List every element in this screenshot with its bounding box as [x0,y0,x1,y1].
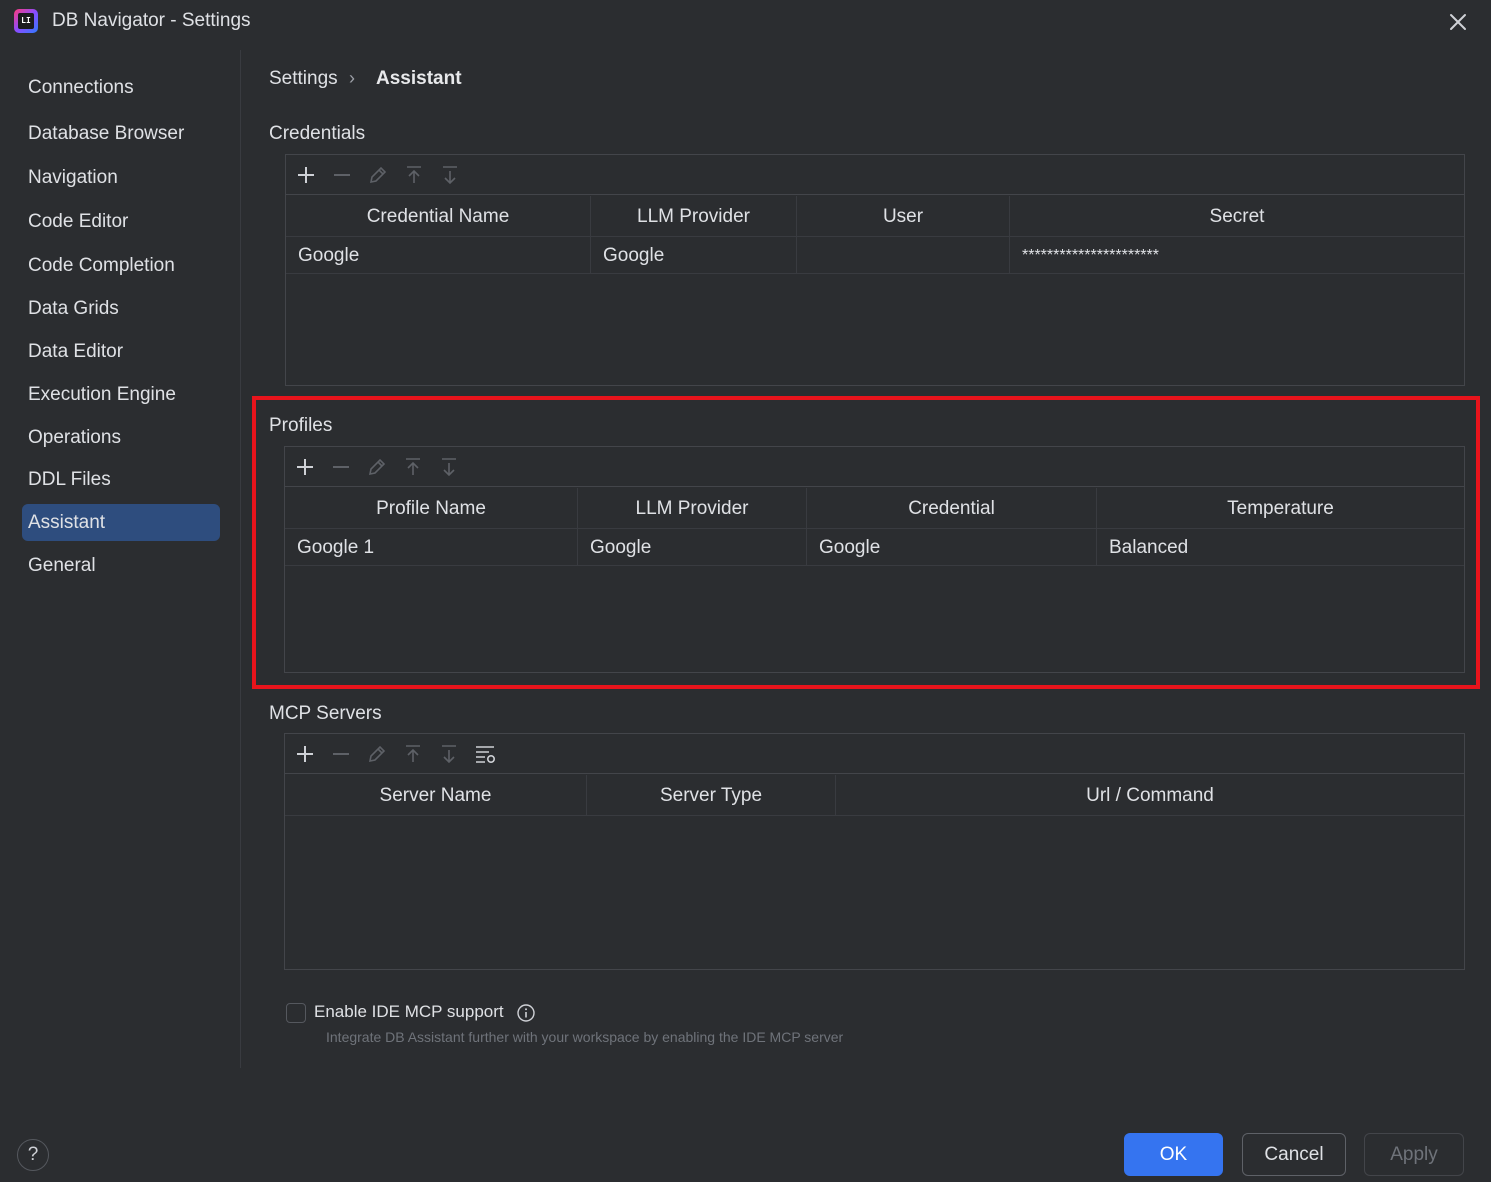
sidebar-item-database-browser[interactable]: Database Browser [22,115,220,152]
add-icon[interactable] [293,742,317,766]
server-settings-icon[interactable] [473,742,497,766]
sidebar-item-code-editor[interactable]: Code Editor [22,203,220,240]
sidebar-item-general[interactable]: General [22,547,220,584]
enable-ide-mcp-label[interactable]: Enable IDE MCP support [314,1002,504,1022]
ok-button[interactable]: OK [1124,1133,1223,1176]
mcp-toolbar [285,734,1464,774]
mcp-servers-label: MCP Servers [269,703,382,724]
sidebar-item-data-grids[interactable]: Data Grids [22,290,220,327]
cell-secret: ********************** [1022,247,1159,264]
column-header[interactable]: Server Type [587,775,836,816]
column-header[interactable]: User [797,196,1010,237]
column-header[interactable]: Secret [1010,196,1464,237]
settings-sidebar: Connections Database Browser Navigation … [0,55,241,1070]
move-down-icon[interactable] [438,163,462,187]
mcp-header: Server Name Server Type Url / Command [285,775,1464,816]
sidebar-item-data-editor[interactable]: Data Editor [22,333,220,370]
credentials-label: Credentials [269,123,366,144]
credentials-toolbar [286,155,1464,195]
remove-icon[interactable] [330,163,354,187]
window-title: DB Navigator - Settings [52,10,251,31]
cell-user [797,237,1010,274]
enable-ide-mcp-checkbox[interactable] [286,1003,306,1023]
sidebar-item-code-completion[interactable]: Code Completion [22,247,220,284]
breadcrumb-current: Assistant [376,68,462,89]
cell-llm-provider: Google [591,237,797,274]
cancel-button[interactable]: Cancel [1242,1133,1346,1176]
info-icon[interactable] [516,1003,536,1023]
column-header[interactable]: Credential Name [286,196,591,237]
breadcrumb-settings[interactable]: Settings [269,68,338,90]
apply-button[interactable]: Apply [1364,1133,1464,1176]
sidebar-item-navigation[interactable]: Navigation [22,159,220,196]
close-icon[interactable] [1444,8,1472,36]
add-icon[interactable] [294,163,318,187]
app-logo-icon: LI [14,9,38,33]
sidebar-item-execution-engine[interactable]: Execution Engine [22,376,220,413]
remove-icon[interactable] [329,742,353,766]
edit-icon[interactable] [366,163,390,187]
title-bar: LI DB Navigator - Settings [0,0,1491,44]
cell-credential-name: Google [286,237,591,274]
table-row[interactable]: Google Google ********************** [286,237,1464,274]
credentials-table: Credential Name LLM Provider User Secret… [285,154,1465,386]
breadcrumb-separator: › [349,68,355,88]
move-up-icon[interactable] [402,163,426,187]
sidebar-item-assistant[interactable]: Assistant [22,504,220,541]
credentials-header: Credential Name LLM Provider User Secret [286,196,1464,237]
app-logo-text: LI [18,13,34,29]
sidebar-item-ddl-files[interactable]: DDL Files [22,461,220,498]
profiles-highlight-frame [252,396,1480,689]
ide-mcp-hint: Integrate DB Assistant further with your… [326,1029,844,1045]
mcp-servers-table: Server Name Server Type Url / Command [284,733,1465,970]
column-header[interactable]: LLM Provider [591,196,797,237]
sidebar-item-connections[interactable]: Connections [22,69,220,106]
move-up-icon[interactable] [401,742,425,766]
edit-icon[interactable] [365,742,389,766]
column-header[interactable]: Url / Command [836,775,1464,816]
move-down-icon[interactable] [437,742,461,766]
help-button[interactable]: ? [17,1139,49,1171]
column-header[interactable]: Server Name [285,775,587,816]
sidebar-item-operations[interactable]: Operations [22,419,220,456]
